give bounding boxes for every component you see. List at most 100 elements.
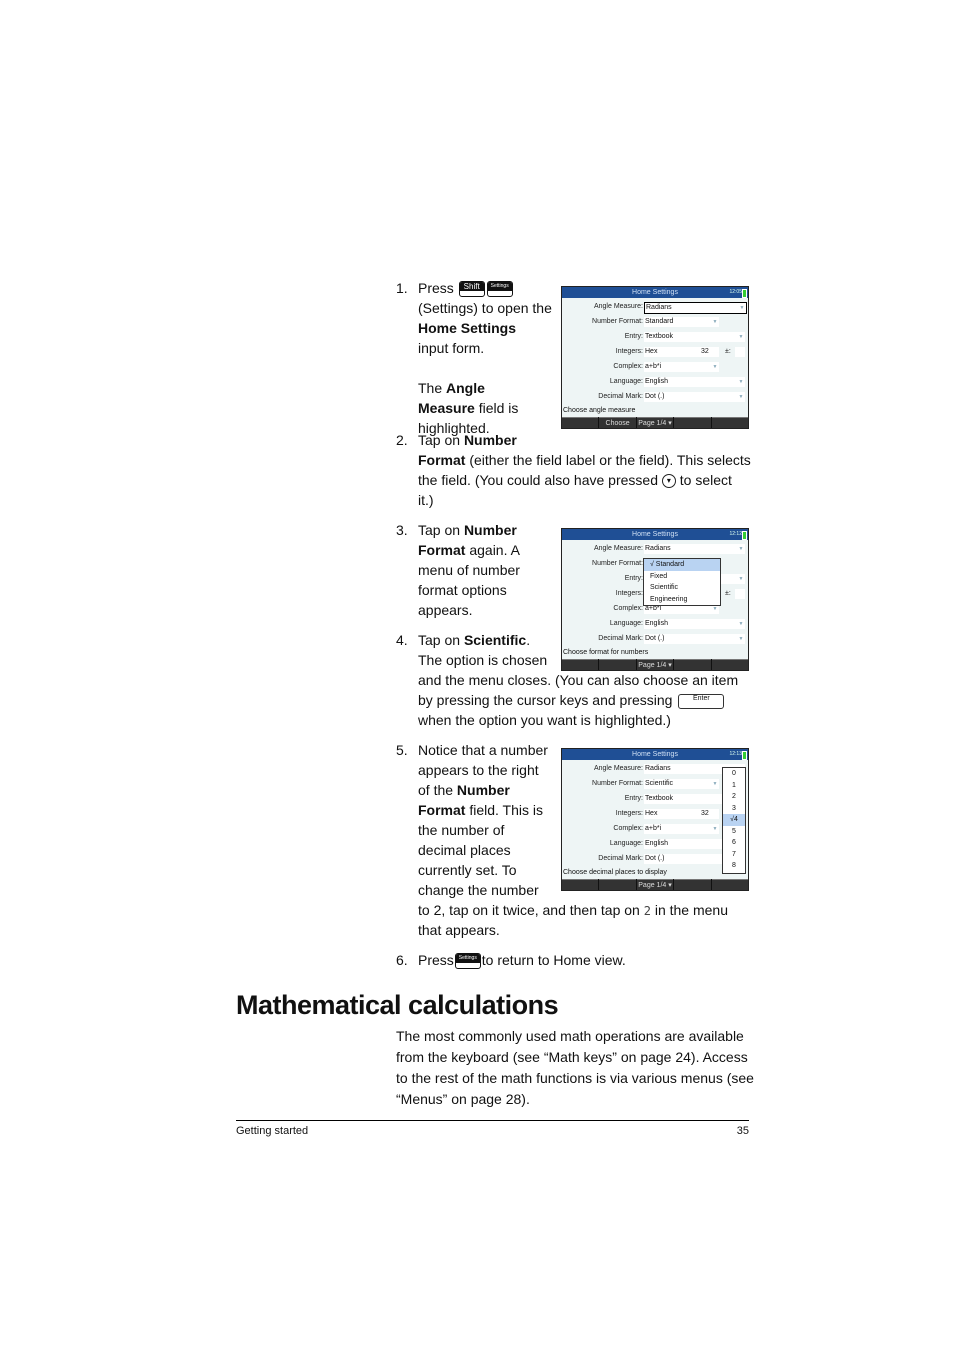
menu-item[interactable]: 5 [723,826,745,838]
decimal-places-menu[interactable]: 0 1 2 3 √4 5 6 7 8 [722,767,746,874]
settings-row[interactable]: Entry:Textbook▼ [562,793,748,805]
settings-row[interactable]: Complex: a+b*i ▼ [562,361,748,373]
settings-row[interactable]: Language:English▼ [562,838,748,850]
field-value[interactable]: Standard ▼ [644,317,719,327]
menu-button[interactable] [674,417,711,428]
field-label[interactable]: Integers: [616,346,643,358]
settings-row[interactable]: Angle Measure:Radians▼ [562,763,748,775]
paragraph-line: “Menus” on page 28). [396,1091,530,1107]
field-value[interactable]: Textbook ▼ [644,332,745,342]
text: 2 [643,904,651,918]
settings-row[interactable]: Decimal Mark:Dot (.)▼ [562,633,748,645]
bold-term: Format [418,542,466,558]
settings-row[interactable]: Integers:Hex▼32±: [562,346,748,358]
integer-bits-field[interactable]: 32 [700,347,719,357]
field-label[interactable]: Number Format: [592,558,643,570]
settings-row[interactable]: Language:English▼ [562,618,748,630]
menu-button[interactable]: Choose [599,417,636,428]
menu-item[interactable]: 6 [723,837,745,849]
dropdown-arrow-icon: ▼ [738,636,744,642]
text: The option is chosen [418,652,548,668]
settings-row[interactable]: Language:English▼ [562,376,748,388]
menu-item[interactable]: 3 [723,803,745,815]
field-label[interactable]: Number Format: [592,778,643,790]
settings-row[interactable]: Decimal Mark:Dot (.)▼ [562,853,748,865]
field-label[interactable]: Decimal Mark: [598,391,643,403]
menu-button[interactable] [674,879,711,890]
field-label[interactable]: Decimal Mark: [598,853,643,865]
field-value[interactable]: English ▼ [644,619,745,629]
field-label[interactable]: Integers: [616,588,643,600]
menu-item[interactable]: 7 [723,849,745,861]
screen-title: Home Settings [632,531,678,538]
settings-row[interactable]: Number Format: Scientific ▼ [562,778,748,790]
text: the number of [418,822,505,838]
menu-button[interactable] [674,659,711,670]
menu-button[interactable]: Page 1/4 ▾ [636,879,674,890]
step-number: 6. [396,952,408,968]
menu-item[interactable]: Fixed [644,571,720,583]
menu-button[interactable] [711,879,748,890]
menu-item[interactable]: √ Standard [644,559,720,571]
field-value[interactable]: Radians ▼ [644,544,745,554]
menu-button[interactable]: Page 1/4 ▾ [636,417,674,428]
menu-button[interactable] [562,659,599,670]
text: of the [418,782,457,798]
step-text-line: by pressing the cursor keys and pressing… [418,690,726,710]
menu-button[interactable] [599,659,636,670]
menu-item[interactable]: Scientific [644,582,720,594]
field-value[interactable]: Scientific ▼ [644,779,719,789]
help-text: Choose angle measure [563,407,636,414]
menu-button[interactable]: Page 1/4 ▾ [636,659,674,670]
settings-row[interactable]: Complex: a+b*i ▼ [562,823,748,835]
field-value[interactable]: Dot (.) ▼ [644,392,745,402]
field-label[interactable]: Entry: [625,793,643,805]
field-label[interactable]: Angle Measure: [594,763,643,775]
field-label[interactable]: Angle Measure: [594,301,643,313]
text: it.) [418,492,434,508]
field-label[interactable]: Complex: [613,823,643,835]
field-label[interactable]: Angle Measure: [594,543,643,555]
sign-label: ±: [725,348,731,355]
settings-row[interactable]: Angle Measure:Radians▼ [562,543,748,555]
settings-row[interactable]: Number Format:Standard ▼ [562,316,748,328]
field-value[interactable]: Radians ▼ [644,302,747,314]
signed-checkbox[interactable] [735,589,745,599]
field-label[interactable]: Complex: [613,603,643,615]
menu-button[interactable] [711,659,748,670]
complex-checkbox[interactable] [700,824,710,834]
menu-item[interactable]: √4 [723,814,745,826]
calculator-screen: Home Settings12:13Angle Measure:Radians▼… [561,748,749,891]
settings-row[interactable]: Integers:Hex▼32±: [562,808,748,820]
signed-checkbox[interactable] [735,347,745,357]
bold-term: Number [456,782,510,798]
field-label[interactable]: Language: [610,618,643,630]
field-label[interactable]: Complex: [613,361,643,373]
menu-item[interactable]: 0 [723,768,745,780]
menu-button[interactable] [711,417,748,428]
menu-item[interactable]: 8 [723,860,745,872]
field-label[interactable]: Decimal Mark: [598,633,643,645]
menu-item[interactable]: 2 [723,791,745,803]
field-label[interactable]: Integers: [616,808,643,820]
field-label[interactable]: Language: [610,838,643,850]
menu-item[interactable]: Engineering [644,594,720,606]
settings-row[interactable]: Angle Measure:Radians▼ [562,301,748,314]
settings-row[interactable]: Entry:Textbook▼ [562,331,748,343]
menu-item[interactable]: 1 [723,780,745,792]
field-label[interactable]: Entry: [625,573,643,585]
field-value[interactable]: Dot (.) ▼ [644,634,745,644]
text: that appears. [418,922,500,938]
integer-bits-field[interactable]: 32 [700,809,719,819]
field-label[interactable]: Language: [610,376,643,388]
field-label[interactable]: Number Format: [592,316,643,328]
settings-row[interactable]: Decimal Mark:Dot (.)▼ [562,391,748,403]
field-value[interactable]: English ▼ [644,377,745,387]
menu-button[interactable] [562,417,599,428]
menu-button[interactable] [599,879,636,890]
page-number: 35 [736,1125,749,1137]
menu-button[interactable] [562,879,599,890]
number-format-menu[interactable]: √ Standard Fixed Scientific Engineering [643,558,721,606]
field-label[interactable]: Entry: [625,331,643,343]
complex-checkbox[interactable] [700,362,710,372]
